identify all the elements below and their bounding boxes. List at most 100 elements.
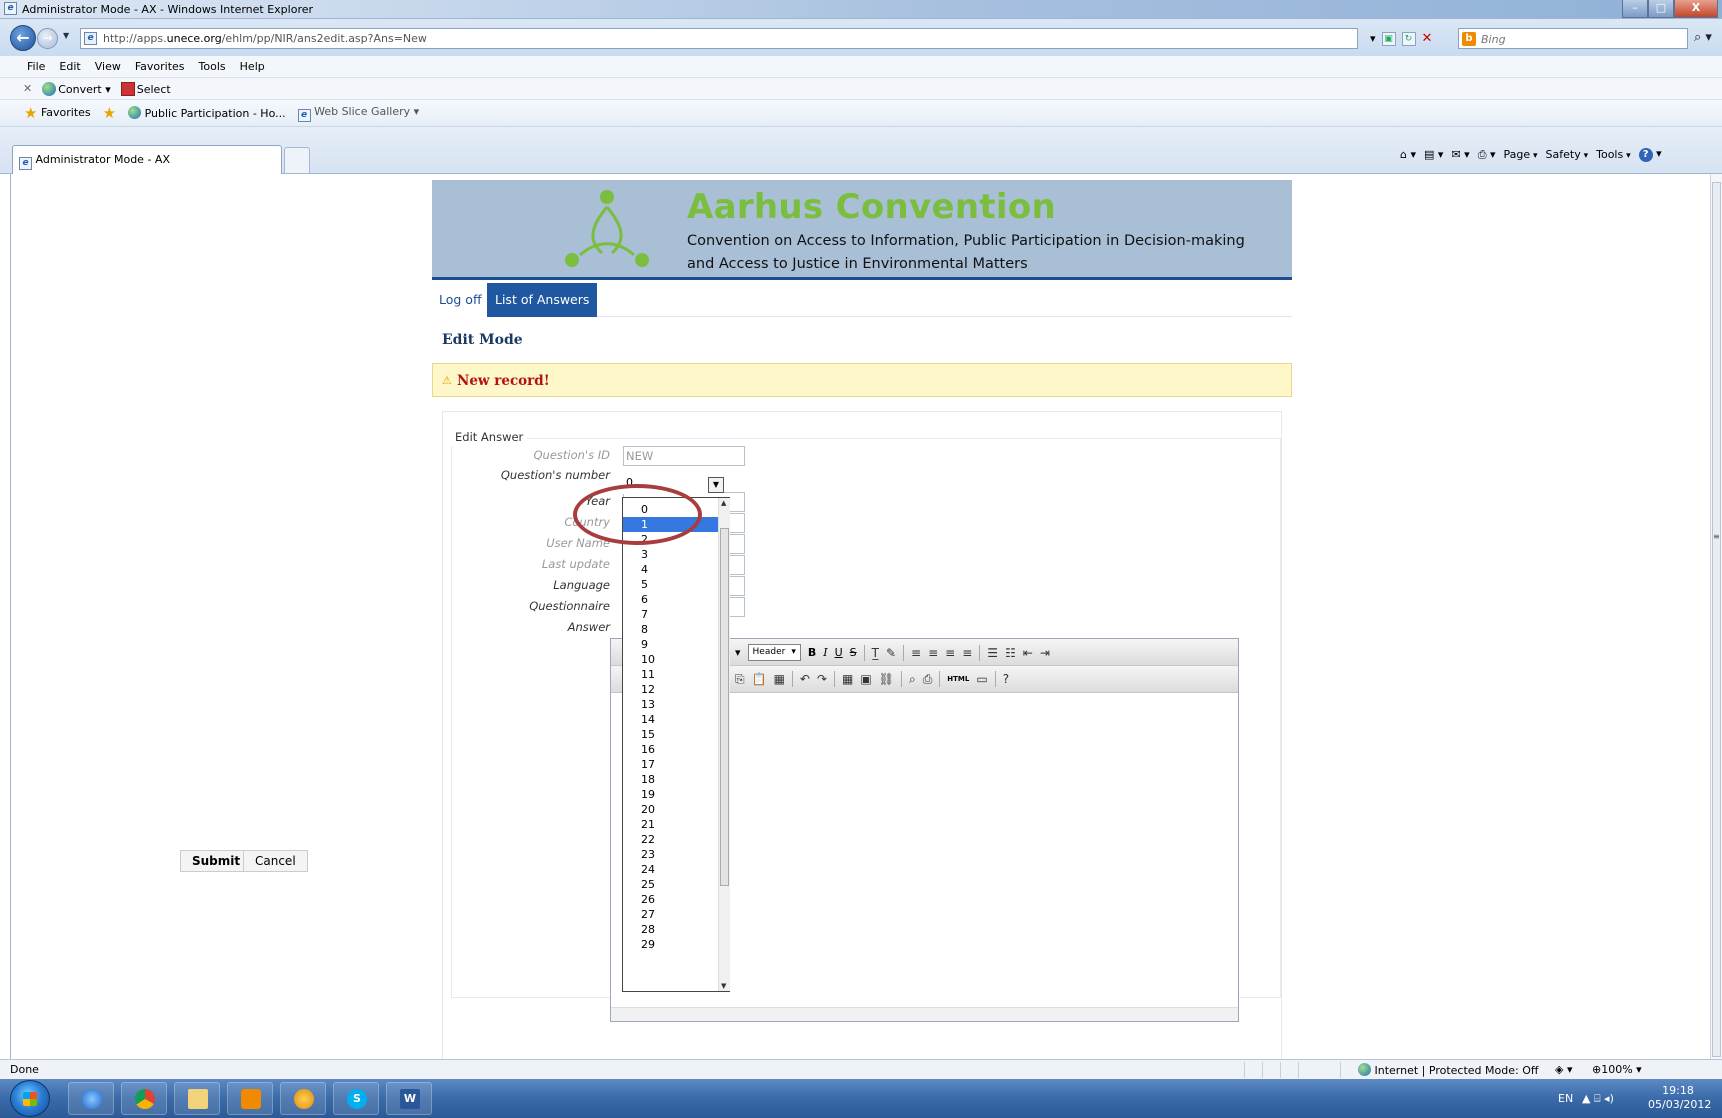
- editor-resize-bar[interactable]: [611, 1007, 1238, 1021]
- strikethrough-icon[interactable]: S: [850, 646, 857, 659]
- numbered-list-icon[interactable]: ☷: [1005, 646, 1016, 660]
- feeds-icon[interactable]: ▤ ▾: [1424, 148, 1443, 161]
- text-color-icon[interactable]: T̲: [872, 646, 879, 660]
- tab-administrator-mode[interactable]: e Administrator Mode - AX: [12, 145, 282, 174]
- menu-view[interactable]: View: [95, 60, 121, 73]
- dropdown-option[interactable]: 21: [623, 817, 718, 832]
- paste-icon[interactable]: 📋: [752, 672, 767, 686]
- tools-menu[interactable]: Tools: [1596, 148, 1631, 161]
- zoom-level[interactable]: ⊕100% ▾: [1592, 1063, 1642, 1076]
- dropdown-scrollbar[interactable]: ▲ ▼: [718, 498, 730, 991]
- help-button[interactable]: ? ▾: [1638, 147, 1662, 162]
- dropdown-option[interactable]: 29: [623, 937, 718, 952]
- dropdown-option[interactable]: 6: [623, 592, 718, 607]
- dropdown-option[interactable]: 28: [623, 922, 718, 937]
- search-icon[interactable]: ⌕ ▾: [1694, 30, 1712, 45]
- cancel-button[interactable]: Cancel: [243, 850, 308, 872]
- dropdown-option[interactable]: 3: [623, 547, 718, 562]
- align-center-icon[interactable]: ≡: [928, 646, 938, 660]
- header-select[interactable]: Header ▾: [747, 644, 801, 661]
- menu-help[interactable]: Help: [240, 60, 265, 73]
- dropdown-option[interactable]: 27: [623, 907, 718, 922]
- outdent-icon[interactable]: ⇤: [1023, 646, 1033, 660]
- dropdown-option[interactable]: 9: [623, 637, 718, 652]
- favorite-item-public-participation[interactable]: Public Participation - Ho...: [128, 106, 286, 120]
- taskbar-chrome[interactable]: [121, 1082, 167, 1115]
- dropdown-option[interactable]: 20: [623, 802, 718, 817]
- align-right-icon[interactable]: ≡: [945, 646, 955, 660]
- help-editor-icon[interactable]: ?: [1003, 672, 1009, 686]
- italic-icon[interactable]: I: [823, 646, 827, 659]
- dropdown-option[interactable]: 23: [623, 847, 718, 862]
- dropdown-option[interactable]: 12: [623, 682, 718, 697]
- home-icon[interactable]: ⌂ ▾: [1400, 148, 1416, 161]
- taskbar-explorer[interactable]: [174, 1082, 220, 1115]
- maximize-button[interactable]: □: [1648, 0, 1674, 18]
- align-left-icon[interactable]: ≡: [911, 646, 921, 660]
- back-button[interactable]: ←: [10, 25, 36, 51]
- justify-icon[interactable]: ≡: [962, 646, 972, 660]
- copy-icon[interactable]: ⎘: [735, 672, 745, 687]
- favorite-item-web-slice-gallery[interactable]: e Web Slice Gallery ▾: [297, 105, 419, 122]
- taskbar-skype[interactable]: S: [333, 1082, 379, 1115]
- dropdown-option[interactable]: 25: [623, 877, 718, 892]
- protected-mode-icon[interactable]: ◈ ▾: [1555, 1063, 1572, 1076]
- select-button[interactable]: Select: [120, 81, 171, 96]
- dropdown-option[interactable]: 13: [623, 697, 718, 712]
- page-scroll-thumb[interactable]: [1712, 182, 1721, 1057]
- close-toolbar-icon[interactable]: ✕: [23, 82, 32, 95]
- bold-icon[interactable]: B: [808, 646, 816, 659]
- add-favorite-icon[interactable]: ★: [103, 104, 116, 122]
- print-icon[interactable]: ⎙ ▾: [1478, 148, 1496, 162]
- start-button[interactable]: [10, 1080, 50, 1117]
- dropdown-option[interactable]: 19: [623, 787, 718, 802]
- search-input[interactable]: b Bing: [1458, 28, 1688, 49]
- menu-favorites[interactable]: Favorites: [135, 60, 185, 73]
- tray-icons[interactable]: ▲ ⌸ ◂): [1582, 1092, 1614, 1106]
- dropdown-option[interactable]: 18: [623, 772, 718, 787]
- underline-icon[interactable]: U: [835, 646, 843, 659]
- taskbar-ie[interactable]: [68, 1082, 114, 1115]
- taskbar-word[interactable]: W: [386, 1082, 432, 1115]
- taskbar-app-orange[interactable]: [280, 1082, 326, 1115]
- preview-icon[interactable]: ⌕: [909, 672, 916, 687]
- dropdown-option[interactable]: 15: [623, 727, 718, 742]
- dropdown-option[interactable]: 4: [623, 562, 718, 577]
- page-menu[interactable]: Page: [1504, 148, 1538, 161]
- history-dropdown-icon[interactable]: ▼: [63, 31, 69, 40]
- dropdown-option[interactable]: 26: [623, 892, 718, 907]
- language-indicator[interactable]: EN: [1558, 1092, 1573, 1105]
- scroll-up-icon[interactable]: ▲: [721, 499, 726, 507]
- bullet-list-icon[interactable]: ☰: [987, 646, 998, 660]
- compatibility-icon[interactable]: ▣: [1381, 31, 1396, 46]
- highlight-icon[interactable]: ✎: [886, 646, 896, 660]
- print-editor-icon[interactable]: ⎙: [923, 672, 933, 687]
- redo-icon[interactable]: ↷: [817, 672, 827, 686]
- security-zone[interactable]: Internet | Protected Mode: Off: [1358, 1063, 1538, 1077]
- dropdown-option[interactable]: 11: [623, 667, 718, 682]
- close-button[interactable]: X: [1674, 0, 1718, 18]
- mail-icon[interactable]: ✉ ▾: [1451, 148, 1469, 161]
- address-field[interactable]: e http://apps.unece.org/ehlm/pp/NIR/ans2…: [80, 28, 1358, 49]
- stop-icon[interactable]: ✕: [1422, 31, 1433, 46]
- paste-word-icon[interactable]: ▦: [774, 672, 785, 686]
- submit-button[interactable]: Submit: [180, 850, 253, 872]
- list-answers-link[interactable]: List of Answers: [487, 283, 598, 317]
- logoff-link[interactable]: Log off: [432, 283, 489, 317]
- undo-icon[interactable]: ↶: [800, 672, 810, 686]
- dropdown-option[interactable]: 8: [623, 622, 718, 637]
- favorites-button[interactable]: ★ Favorites: [24, 104, 91, 122]
- dropdown-option[interactable]: 24: [623, 862, 718, 877]
- page-scrollbar[interactable]: ≡: [1710, 174, 1722, 1059]
- menu-edit[interactable]: Edit: [59, 60, 80, 73]
- dropdown-option[interactable]: 7: [623, 607, 718, 622]
- dropdown-scroll-thumb[interactable]: [720, 528, 729, 886]
- convert-button[interactable]: Convert ▾: [42, 81, 111, 96]
- address-dropdown-icon[interactable]: ▾: [1370, 32, 1376, 45]
- image-icon[interactable]: ▣: [860, 672, 871, 686]
- menu-tools[interactable]: Tools: [199, 60, 226, 73]
- scroll-down-icon[interactable]: ▼: [721, 982, 726, 990]
- dropdown-option[interactable]: 17: [623, 757, 718, 772]
- question-number-dropdown[interactable]: 0 1 2 3 4 5 6 7 8 9 10 11 12 13 14 15 16 17 18 19 20 21 22 23 24…: [622, 497, 730, 992]
- dropdown-option[interactable]: 5: [623, 577, 718, 592]
